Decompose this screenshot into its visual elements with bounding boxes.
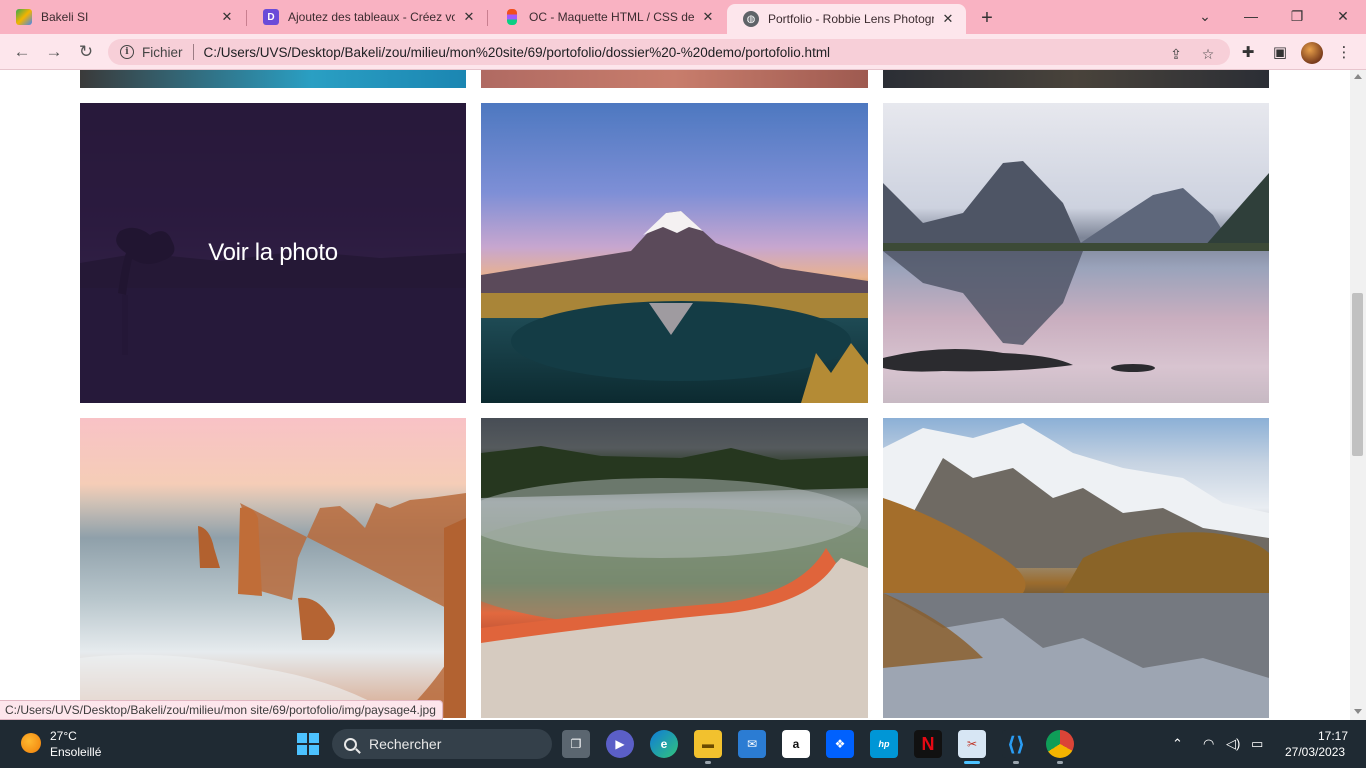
figma-favicon-icon xyxy=(507,9,517,25)
tab-title: Ajoutez des tableaux - Créez votre xyxy=(288,10,455,24)
dropbox-icon[interactable]: ❖ xyxy=(826,730,854,758)
tray-chevron-up-icon[interactable]: ⌃ xyxy=(1172,736,1183,752)
omnibox-divider xyxy=(192,44,194,60)
tab-search-chevron-down-icon[interactable]: ⌄ xyxy=(1182,0,1228,32)
url-text[interactable]: C:/Users/UVS/Desktop/Bakeli/zou/milieu/m… xyxy=(204,45,831,60)
tab-title: Bakeli SI xyxy=(41,10,89,24)
address-bar[interactable]: i Fichier C:/Users/UVS/Desktop/Bakeli/zo… xyxy=(108,39,1230,65)
extensions-puzzle-icon[interactable]: ✚ xyxy=(1238,42,1258,62)
photo-scene xyxy=(481,211,868,403)
restore-button[interactable]: ❐ xyxy=(1274,0,1320,32)
amazon-icon[interactable]: a xyxy=(782,730,810,758)
gallery-photo[interactable] xyxy=(883,103,1269,403)
chrome-icon[interactable] xyxy=(1046,730,1074,758)
tab-figma[interactable]: OC - Maquette HTML / CSS desk ✕ xyxy=(488,0,726,34)
minimize-button[interactable]: — xyxy=(1228,0,1274,32)
photo-scene xyxy=(883,423,1269,718)
scroll-down-arrow-icon[interactable] xyxy=(1354,709,1362,714)
search-placeholder: Rechercher xyxy=(369,736,442,752)
teams-chat-icon[interactable]: ▶ xyxy=(606,730,634,758)
gallery-photo-partial[interactable] xyxy=(80,70,466,88)
volume-icon[interactable]: ◁) xyxy=(1226,736,1240,752)
page-viewport: Voir la photo xyxy=(0,70,1350,720)
windows-logo xyxy=(297,733,319,755)
wifi-icon[interactable]: ◠ xyxy=(1203,736,1214,752)
sun-icon[interactable] xyxy=(21,733,41,753)
clock-time[interactable]: 17:17 xyxy=(1318,729,1348,743)
site-info-label[interactable]: Fichier xyxy=(142,45,183,60)
share-icon[interactable]: ⇪ xyxy=(1166,44,1186,64)
running-indicator xyxy=(1057,761,1063,764)
weather-temperature[interactable]: 27°C xyxy=(50,729,77,743)
windows-start-icon[interactable] xyxy=(294,730,322,758)
vscode-icon[interactable]: ⟨⟩ xyxy=(1002,730,1030,758)
back-arrow-icon[interactable]: ← xyxy=(8,38,36,66)
snipping-tool-icon[interactable]: ✂ xyxy=(958,730,986,758)
tab-title: OC - Maquette HTML / CSS desk xyxy=(529,10,694,24)
profile-avatar[interactable] xyxy=(1301,42,1323,64)
app-favicon-icon: D xyxy=(263,9,279,25)
tab-title: Portfolio - Robbie Lens Photogra xyxy=(768,12,934,26)
gallery-photo[interactable] xyxy=(481,103,868,403)
close-icon[interactable]: ✕ xyxy=(700,9,716,25)
file-explorer-icon[interactable]: ▬ xyxy=(694,730,722,758)
gallery-photo[interactable] xyxy=(80,418,466,718)
netflix-icon[interactable]: N xyxy=(914,730,942,758)
clock-date[interactable]: 27/03/2023 xyxy=(1285,745,1345,759)
tab-strip: Bakeli SI ✕ D Ajoutez des tableaux - Cré… xyxy=(0,0,1366,34)
link-status-bubble: C:/Users/UVS/Desktop/Bakeli/zou/milieu/m… xyxy=(0,700,443,720)
scroll-up-arrow-icon[interactable] xyxy=(1354,74,1362,79)
window-close-button[interactable]: ✕ xyxy=(1320,0,1366,32)
photo-scene xyxy=(481,446,868,718)
active-app-indicator xyxy=(964,761,980,764)
running-indicator xyxy=(705,761,711,764)
gallery-photo[interactable] xyxy=(883,418,1269,718)
reload-icon[interactable]: ↻ xyxy=(72,38,100,66)
view-photo-caption[interactable]: Voir la photo xyxy=(208,239,338,267)
side-panel-icon[interactable]: ▣ xyxy=(1270,42,1290,62)
bookmark-star-icon[interactable]: ☆ xyxy=(1198,44,1218,64)
myhp-icon[interactable]: hp xyxy=(870,730,898,758)
search-icon xyxy=(344,737,357,751)
new-tab-button[interactable]: + xyxy=(975,6,999,30)
forward-arrow-icon[interactable]: → xyxy=(40,38,68,66)
weather-condition[interactable]: Ensoleillé xyxy=(50,745,101,759)
close-icon[interactable]: ✕ xyxy=(940,11,956,27)
running-indicator xyxy=(1013,761,1019,764)
battery-icon[interactable]: ▭ xyxy=(1251,736,1263,752)
gallery-photo-partial[interactable] xyxy=(883,70,1269,88)
globe-icon: ◍ xyxy=(743,11,759,27)
taskbar-search[interactable]: Rechercher xyxy=(332,729,552,759)
mail-icon[interactable]: ✉ xyxy=(738,730,766,758)
tab-portfolio[interactable]: ◍ Portfolio - Robbie Lens Photogra ✕ xyxy=(727,4,966,34)
gallery-photo-partial[interactable] xyxy=(481,70,868,88)
photo-scene xyxy=(883,161,1269,372)
close-icon[interactable]: ✕ xyxy=(219,9,235,25)
windows-taskbar xyxy=(0,720,1366,768)
scrollbar-thumb[interactable] xyxy=(1352,293,1363,456)
task-view-icon[interactable]: ❐ xyxy=(562,730,590,758)
menu-kebab-icon[interactable]: ⋮ xyxy=(1334,42,1354,62)
photo-hover-overlay[interactable]: Voir la photo xyxy=(80,103,466,403)
edge-browser-icon[interactable]: e xyxy=(650,730,678,758)
tab-notion[interactable]: D Ajoutez des tableaux - Créez votre ✕ xyxy=(247,0,487,34)
gallery-photo[interactable] xyxy=(481,418,868,718)
browser-toolbar: ← → ↻ i Fichier C:/Users/UVS/Desktop/Bak… xyxy=(0,34,1366,70)
close-icon[interactable]: ✕ xyxy=(461,9,477,25)
info-icon[interactable]: i xyxy=(120,45,134,59)
bakeli-favicon-icon xyxy=(16,9,32,25)
tab-bakeli[interactable]: Bakeli SI ✕ xyxy=(0,0,245,34)
gallery-photo[interactable]: Voir la photo xyxy=(80,103,466,403)
photo-scene xyxy=(80,493,466,718)
